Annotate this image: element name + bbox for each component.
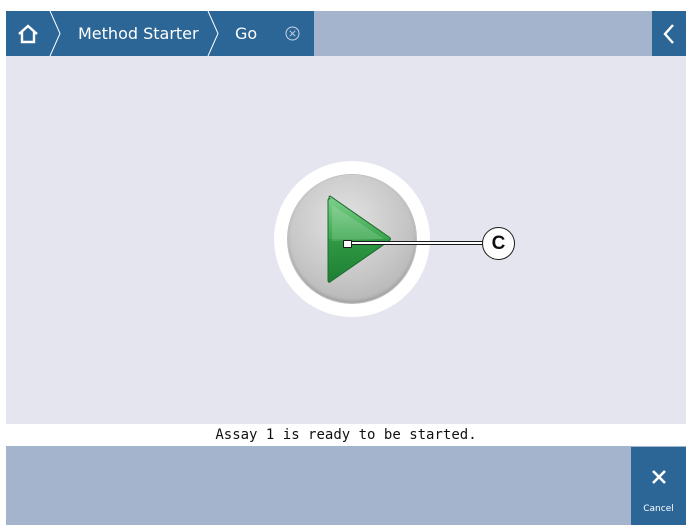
callout-label: C (482, 227, 515, 260)
cancel-label: Cancel (643, 504, 674, 514)
breadcrumb-item-go[interactable]: Go (235, 11, 257, 56)
breadcrumb-item-method-starter[interactable]: Method Starter (78, 11, 199, 56)
play-button-ring (274, 161, 430, 317)
status-message: Assay 1 is ready to be started. (6, 424, 686, 446)
breadcrumb-separator (49, 11, 61, 56)
breadcrumb: Method Starter Go (6, 11, 314, 56)
cancel-button[interactable]: Cancel (631, 447, 686, 525)
circle-x-icon (285, 26, 300, 41)
breadcrumb-separator (207, 11, 219, 56)
chevron-left-icon (663, 23, 674, 44)
x-icon (651, 470, 666, 484)
home-button[interactable] (6, 11, 50, 56)
play-button[interactable] (288, 175, 416, 303)
close-breadcrumb-button[interactable] (285, 26, 300, 41)
back-button[interactable] (652, 11, 686, 56)
callout-anchor (343, 240, 352, 248)
play-icon (327, 195, 391, 283)
top-bar: Method Starter Go (6, 11, 686, 56)
home-icon (18, 23, 38, 43)
callout-line (346, 242, 483, 244)
app-screen: Method Starter Go C Assay 1 is ready to … (6, 11, 686, 525)
bottom-bar: Cancel (6, 446, 686, 525)
